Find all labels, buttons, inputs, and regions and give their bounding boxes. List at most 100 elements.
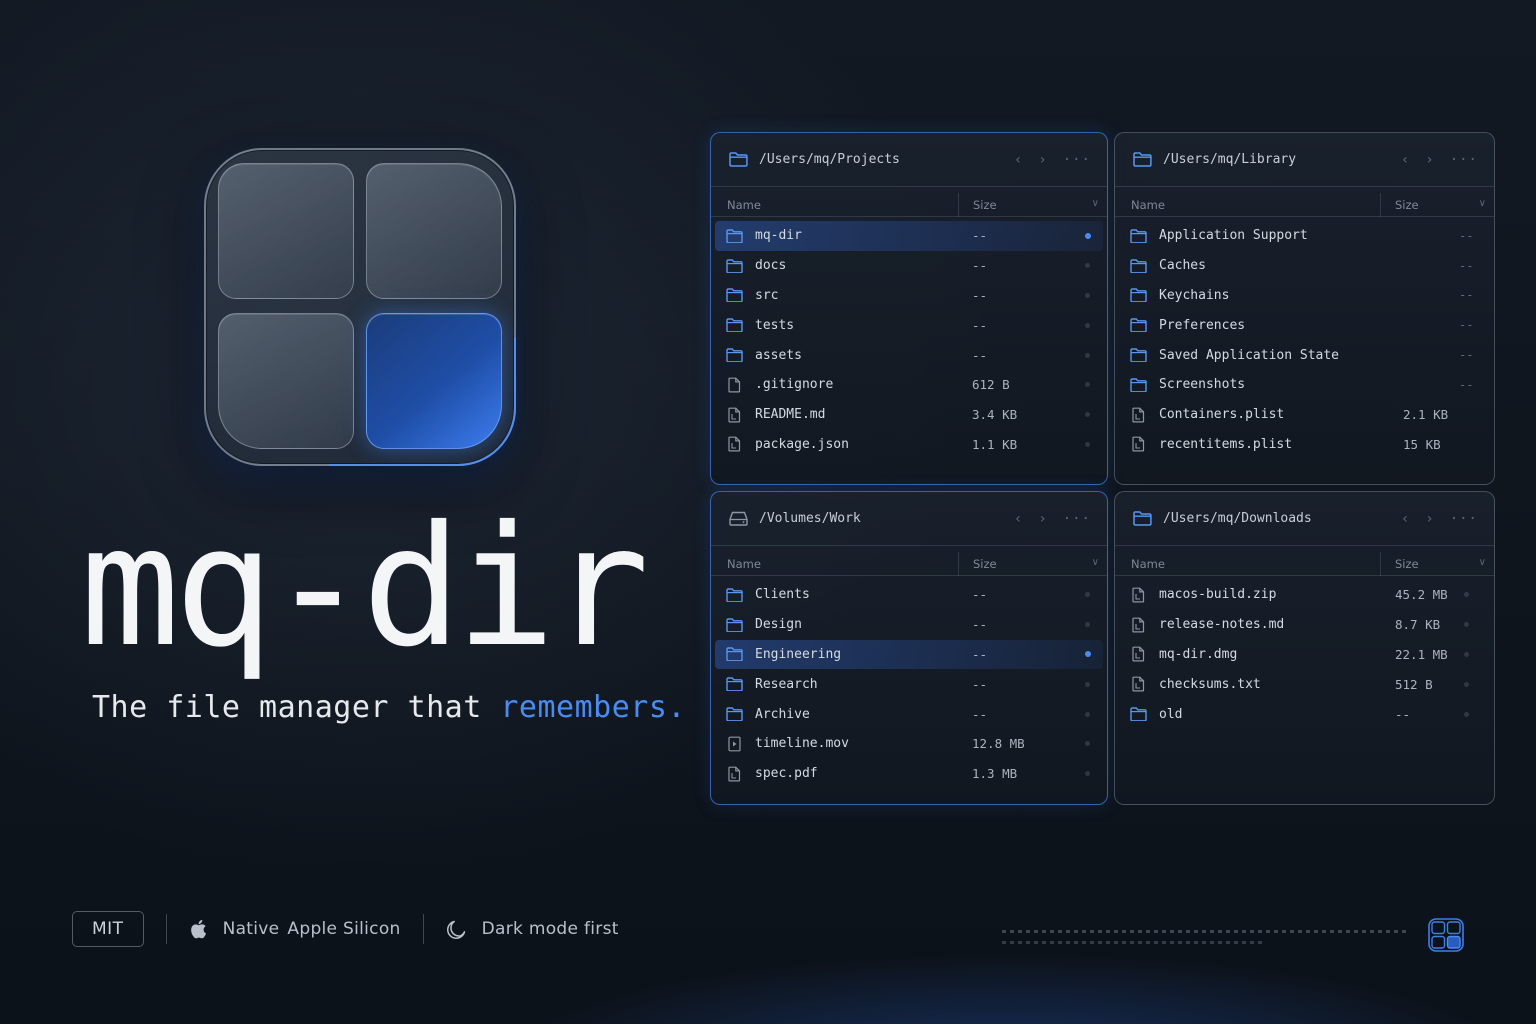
file-row[interactable]: Application Support---- — [1119, 221, 1490, 251]
brand-title: mq-dir — [80, 491, 650, 684]
file-size: 22.1 MB — [1395, 646, 1448, 662]
folder-icon — [725, 348, 743, 363]
row-status: -- — [1459, 377, 1474, 392]
status-dot — [1085, 292, 1090, 298]
chevron-down-icon[interactable]: ∨ — [1092, 557, 1099, 568]
file-row[interactable]: mq-dir -- — [715, 221, 1103, 251]
chevron-down-icon[interactable]: ∨ — [1092, 198, 1099, 209]
pane-path[interactable]: /Users/mq/Projects — [759, 152, 1014, 167]
column-name-header[interactable]: Name — [711, 198, 761, 212]
file-row[interactable]: timeline.mov 12.8 MB — [715, 729, 1103, 759]
file-row[interactable]: macos-build.zip 45.2 MB — [1119, 580, 1490, 610]
file-list: mq-dir -- docs -- src -- tests -- assets -- .gitig… — [711, 217, 1107, 459]
file-row[interactable]: Engineering -- — [715, 639, 1103, 670]
more-icon[interactable]: ··· — [1063, 152, 1091, 168]
file-row[interactable]: spec.pdf 1.3 MB — [715, 759, 1103, 789]
file-icon — [1129, 407, 1147, 423]
file-pane[interactable]: /Users/mq/Projects ‹ › ··· Name Size ∨ mq-dir --… — [710, 132, 1108, 485]
divider — [422, 914, 424, 944]
pane-path[interactable]: /Users/mq/Library — [1163, 152, 1401, 167]
more-icon[interactable]: ··· — [1450, 152, 1478, 168]
file-size: -- — [972, 258, 988, 274]
file-row[interactable]: Research -- — [715, 669, 1103, 699]
folder-icon — [725, 258, 743, 273]
forward-icon[interactable]: › — [1038, 511, 1046, 527]
file-row[interactable]: docs -- — [715, 251, 1103, 281]
file-row[interactable]: Saved Application State---- — [1119, 340, 1490, 370]
folder-icon — [1129, 288, 1147, 303]
file-name: mq-dir — [755, 228, 802, 244]
forward-icon[interactable]: › — [1038, 152, 1046, 168]
file-size: 1.3 MB — [972, 766, 1018, 782]
status-dot — [1085, 592, 1090, 598]
file-size: 512 B — [1395, 676, 1433, 692]
file-row[interactable]: Keychains---- — [1119, 281, 1490, 311]
file-row[interactable]: Preferences---- — [1119, 310, 1490, 340]
folder-icon — [1129, 318, 1147, 333]
more-icon[interactable]: ··· — [1063, 511, 1091, 527]
column-name-header[interactable]: Name — [1115, 198, 1165, 212]
file-size: -- — [972, 706, 988, 722]
column-size-header[interactable]: Size — [958, 552, 997, 576]
column-name-header[interactable]: Name — [711, 557, 761, 571]
file-row[interactable]: Archive -- — [715, 699, 1103, 729]
file-row[interactable]: checksums.txt 512 B — [1119, 669, 1490, 699]
file-pane[interactable]: /Users/mq/Downloads ‹ › ··· Name Size ∨ macos-b… — [1114, 491, 1495, 805]
more-icon[interactable]: ··· — [1450, 511, 1478, 527]
file-pane[interactable]: /Users/mq/Library ‹ › ··· Name Size ∨ Applicati… — [1114, 132, 1495, 485]
status-dot — [1464, 681, 1469, 687]
file-row[interactable]: Design -- — [715, 610, 1103, 640]
file-row[interactable]: README.md 3.4 KB — [715, 400, 1103, 430]
pane-titlebar: /Users/mq/Projects ‹ › ··· — [711, 133, 1107, 187]
back-icon[interactable]: ‹ — [1014, 511, 1022, 527]
folder-icon — [1129, 378, 1147, 392]
back-icon[interactable]: ‹ — [1401, 152, 1409, 168]
column-size-header[interactable]: Size — [1380, 193, 1419, 217]
back-icon[interactable]: ‹ — [1014, 152, 1022, 168]
file-icon — [725, 407, 743, 423]
status-dot — [1464, 651, 1469, 657]
column-header: Name Size ∨ — [1115, 193, 1494, 217]
back-icon[interactable]: ‹ — [1401, 511, 1409, 527]
file-icon — [1129, 617, 1147, 633]
file-name: checksums.txt — [1159, 676, 1261, 692]
file-row[interactable]: Caches---- — [1119, 251, 1490, 281]
license-badge: MIT — [72, 911, 144, 947]
file-row[interactable]: mq-dir.dmg 22.1 MB — [1119, 640, 1490, 670]
status-dot — [1464, 711, 1469, 717]
file-size: 45.2 MB — [1395, 587, 1448, 603]
file-list: Application Support -- -- Caches -- -- Keychai… — [1115, 217, 1494, 459]
column-name-header[interactable]: Name — [1115, 557, 1165, 571]
file-row[interactable]: Screenshots---- — [1119, 370, 1490, 400]
file-row[interactable]: package.json 1.1 KB — [715, 430, 1103, 460]
folder-icon — [725, 677, 743, 692]
column-size-header[interactable]: Size — [1380, 552, 1419, 576]
file-row[interactable]: Containers.plist 2.1 KB — [1119, 400, 1490, 430]
file-row[interactable]: src -- — [715, 281, 1103, 311]
file-name: Saved Application State — [1159, 347, 1340, 363]
file-row[interactable]: assets -- — [715, 340, 1103, 370]
file-row[interactable]: .gitignore 612 B — [715, 370, 1103, 400]
file-name: tests — [755, 317, 795, 333]
decorative-dots — [1002, 930, 1408, 948]
file-name: Clients — [755, 587, 810, 603]
forward-icon[interactable]: › — [1425, 511, 1433, 527]
file-pane[interactable]: /Volumes/Work ‹ › ··· Name Size ∨ Clients -- Desi… — [710, 491, 1108, 805]
file-row[interactable]: release-notes.md 8.7 KB — [1119, 610, 1490, 640]
file-name: Application Support — [1159, 228, 1308, 244]
pane-path[interactable]: /Volumes/Work — [759, 511, 1014, 526]
status-dot — [1085, 232, 1091, 239]
file-name: Preferences — [1159, 317, 1246, 333]
file-row[interactable]: tests -- — [715, 310, 1103, 340]
pane-nav: ‹ › ··· — [1401, 511, 1478, 527]
file-row[interactable]: recentitems.plist 15 KB — [1119, 430, 1490, 460]
column-size-header[interactable]: Size — [958, 193, 997, 217]
forward-icon[interactable]: › — [1425, 152, 1433, 168]
chevron-down-icon[interactable]: ∨ — [1479, 198, 1486, 209]
chevron-down-icon[interactable]: ∨ — [1479, 557, 1486, 568]
file-row[interactable]: old -- — [1119, 699, 1490, 729]
feature-native: Native Apple Silicon — [189, 918, 401, 940]
logo-tile-bottom-left — [218, 313, 354, 449]
pane-path[interactable]: /Users/mq/Downloads — [1163, 511, 1401, 526]
file-row[interactable]: Clients -- — [715, 580, 1103, 610]
